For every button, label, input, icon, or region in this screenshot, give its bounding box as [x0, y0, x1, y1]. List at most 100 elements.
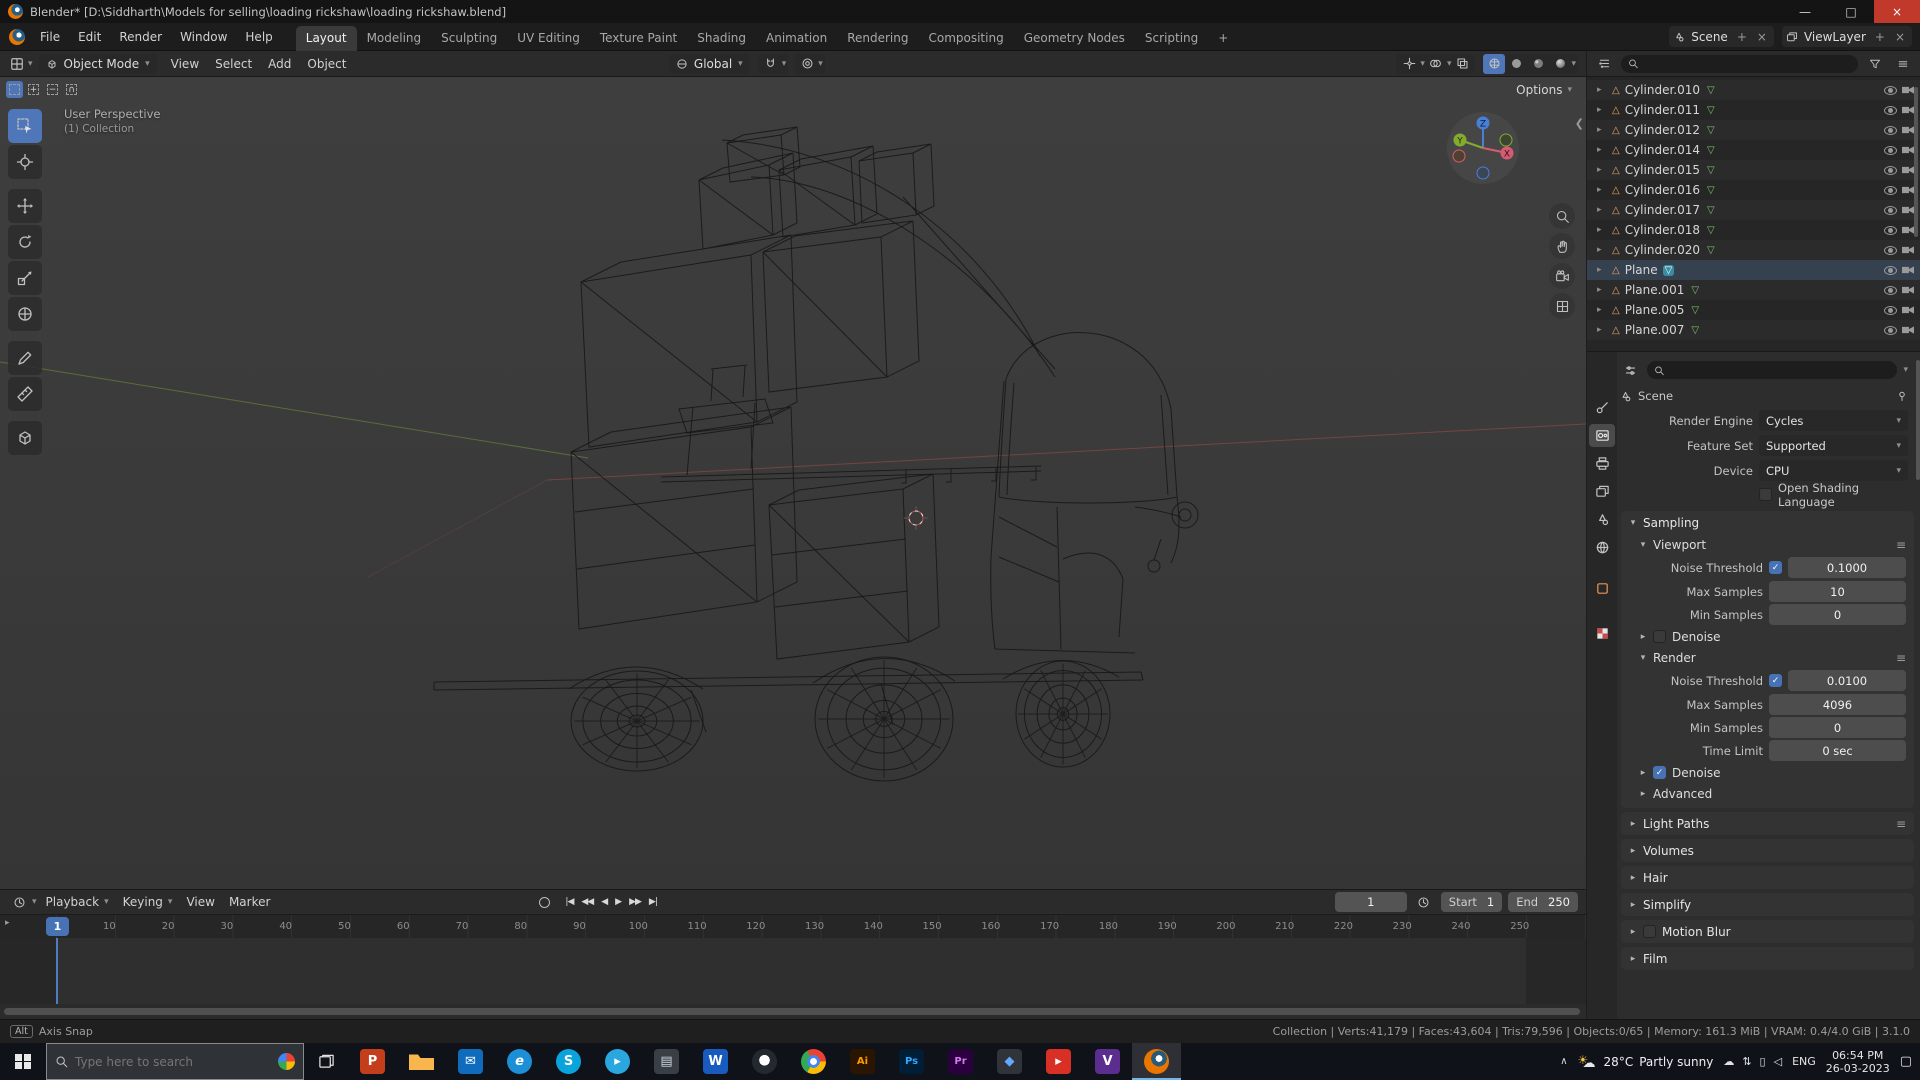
show-overlays-icon[interactable] — [1425, 54, 1447, 74]
move-tool[interactable] — [8, 189, 42, 223]
show-gizmo-icon[interactable] — [1398, 54, 1420, 74]
hide-in-viewport-icon[interactable] — [1884, 145, 1897, 155]
start-frame-field[interactable]: Start 1 — [1440, 892, 1503, 912]
filter-icon[interactable] — [1864, 54, 1886, 74]
sampling-viewport-header[interactable]: ▾ Viewport ≡ — [1621, 534, 1914, 555]
outliner-item[interactable]: ▸ △ Cylinder.018 ▽ — [1587, 220, 1920, 240]
workspace-tab[interactable]: + — [1208, 26, 1238, 51]
presets-icon[interactable]: ≡ — [1896, 538, 1906, 552]
maximize-button[interactable]: □ — [1828, 0, 1874, 23]
mode-dropdown[interactable]: Object Mode ▾ — [38, 53, 157, 74]
taskbar-app-button[interactable]: ▸ — [1034, 1043, 1083, 1080]
disable-in-render-icon[interactable] — [1902, 206, 1914, 214]
viewport-menu-item[interactable]: Object — [299, 57, 354, 71]
notification-center-icon[interactable]: ▢ — [1900, 1054, 1912, 1069]
select-mode-new-icon[interactable] — [6, 81, 23, 98]
workspace-tab[interactable]: Sculpting — [431, 26, 507, 51]
render-noise-threshold-field[interactable]: 0.0100 — [1788, 670, 1906, 691]
taskbar-app-button[interactable] — [789, 1043, 838, 1080]
workspace-tab[interactable]: Geometry Nodes — [1014, 26, 1135, 51]
properties-scrollbar[interactable] — [1916, 360, 1920, 480]
new-viewlayer-button[interactable]: + — [1872, 30, 1888, 44]
menu-item[interactable]: File — [31, 26, 69, 48]
shading-solid-icon[interactable] — [1505, 54, 1527, 74]
end-frame-field[interactable]: End 250 — [1508, 892, 1578, 912]
weather-widget[interactable]: ☀ ☁ 28°C Partly sunny — [1578, 1053, 1714, 1071]
properties-section-header[interactable]: ▸ Film ≡ — [1621, 947, 1914, 970]
outliner-item[interactable]: ▸ △ Cylinder.020 ▽ — [1587, 240, 1920, 260]
section-checkbox[interactable] — [1643, 925, 1656, 938]
taskbar-app-button[interactable] — [740, 1043, 789, 1080]
timeline-menu-item[interactable]: Marker▾ — [222, 895, 277, 909]
hide-in-viewport-icon[interactable] — [1884, 125, 1897, 135]
hide-in-viewport-icon[interactable] — [1884, 305, 1897, 315]
snap-settings-chevron-icon[interactable]: ▾ — [782, 59, 787, 69]
menu-item[interactable]: Window — [171, 26, 236, 48]
jump-to-end-icon[interactable]: ▶| — [645, 895, 661, 909]
snap-magnet-icon[interactable] — [760, 54, 782, 74]
viewport-denoise-checkbox[interactable] — [1653, 630, 1666, 643]
timeline-ruler[interactable]: 10 20 30 40 50 60 70 80 90 100 110 120 130 140 150 160 1… — [0, 914, 1586, 938]
taskbar-app-button[interactable]: Ps — [887, 1043, 936, 1080]
search-highlights-icon[interactable] — [278, 1053, 295, 1070]
taskbar-app-button[interactable]: ◆ — [985, 1043, 1034, 1080]
editor-type-chevron-icon[interactable]: ▾ — [28, 59, 33, 69]
outliner-search-input[interactable] — [1621, 54, 1858, 73]
viewport-noise-threshold-field[interactable]: 0.1000 — [1788, 557, 1906, 578]
outliner-editor-icon[interactable] — [1593, 54, 1615, 74]
taskbar-app-button[interactable]: P — [348, 1043, 397, 1080]
search-input[interactable] — [75, 1054, 271, 1069]
world-properties-tab[interactable] — [1589, 536, 1615, 559]
menu-item[interactable]: Render — [110, 26, 171, 48]
taskbar-app-button[interactable]: e — [495, 1043, 544, 1080]
hide-in-viewport-icon[interactable] — [1884, 245, 1897, 255]
advanced-header[interactable]: ▸ Advanced — [1621, 783, 1914, 804]
outliner-options-icon[interactable] — [1892, 54, 1914, 74]
navigation-gizmo[interactable]: Z Y X — [1445, 110, 1521, 186]
minimize-button[interactable]: — — [1782, 0, 1828, 23]
properties-section-header[interactable]: ▸ Light Paths ≡ — [1621, 812, 1914, 835]
outliner-item[interactable]: ▸ △ Cylinder.017 ▽ — [1587, 200, 1920, 220]
language-indicator[interactable]: ENG — [1792, 1055, 1816, 1068]
taskbar-search[interactable] — [46, 1043, 304, 1080]
menu-item[interactable]: Help — [236, 26, 281, 48]
play-icon[interactable]: ▶ — [611, 895, 625, 909]
disable-in-render-icon[interactable] — [1902, 166, 1914, 174]
select-mode-extend-icon[interactable]: + — [25, 81, 42, 98]
feature-set-dropdown[interactable]: Supported ▾ — [1759, 435, 1908, 456]
hide-in-viewport-icon[interactable] — [1884, 105, 1897, 115]
disable-in-render-icon[interactable] — [1902, 326, 1914, 334]
outliner-item[interactable]: ▸ △ Plane ▽ — [1587, 260, 1920, 280]
disable-in-render-icon[interactable] — [1902, 126, 1914, 134]
prev-keyframe-icon[interactable]: ◀◀ — [577, 895, 597, 909]
measure-tool[interactable] — [8, 377, 42, 411]
disable-in-render-icon[interactable] — [1902, 86, 1914, 94]
hide-in-viewport-icon[interactable] — [1884, 325, 1897, 335]
expand-arrow-icon[interactable]: ▸ — [1597, 285, 1607, 295]
time-limit-field[interactable]: 0 sec — [1769, 740, 1906, 761]
shading-rendered-icon[interactable] — [1549, 54, 1571, 74]
playhead-line[interactable] — [56, 938, 58, 1004]
taskbar-app-button[interactable] — [1132, 1043, 1181, 1080]
hide-in-viewport-icon[interactable] — [1884, 85, 1897, 95]
disable-in-render-icon[interactable] — [1902, 286, 1914, 294]
outliner-item[interactable]: ▸ △ Cylinder.016 ▽ — [1587, 180, 1920, 200]
render-denoise-header[interactable]: ▸ Denoise — [1621, 762, 1914, 783]
timeline-collapse-icon[interactable]: ▸ — [5, 918, 10, 928]
annotate-tool[interactable] — [8, 341, 42, 375]
properties-section-header[interactable]: ▸ Hair ≡ — [1621, 866, 1914, 889]
viewport-menu-item[interactable]: Add — [260, 57, 299, 71]
proportional-edit-chevron-icon[interactable]: ▾ — [818, 59, 823, 69]
disable-in-render-icon[interactable] — [1902, 226, 1914, 234]
outliner-item[interactable]: ▸ △ Cylinder.012 ▽ — [1587, 120, 1920, 140]
taskbar-app-button[interactable]: Ai — [838, 1043, 887, 1080]
viewport-3d[interactable]: + − ∩ Options ▾ User Perspective (1) Coll… — [0, 77, 1586, 889]
outliner-item[interactable]: ▸ △ Cylinder.011 ▽ — [1587, 100, 1920, 120]
task-view-button[interactable] — [304, 1043, 348, 1080]
properties-editor-icon[interactable] — [1619, 360, 1641, 380]
expand-arrow-icon[interactable]: ▸ — [1597, 185, 1607, 195]
select-mode-subtract-icon[interactable]: − — [44, 81, 61, 98]
clock[interactable]: 06:54 PM 26-03-2023 — [1826, 1049, 1890, 1075]
viewport-max-samples-field[interactable]: 10 — [1769, 581, 1906, 602]
workspace-tab[interactable]: Shading — [687, 26, 756, 51]
